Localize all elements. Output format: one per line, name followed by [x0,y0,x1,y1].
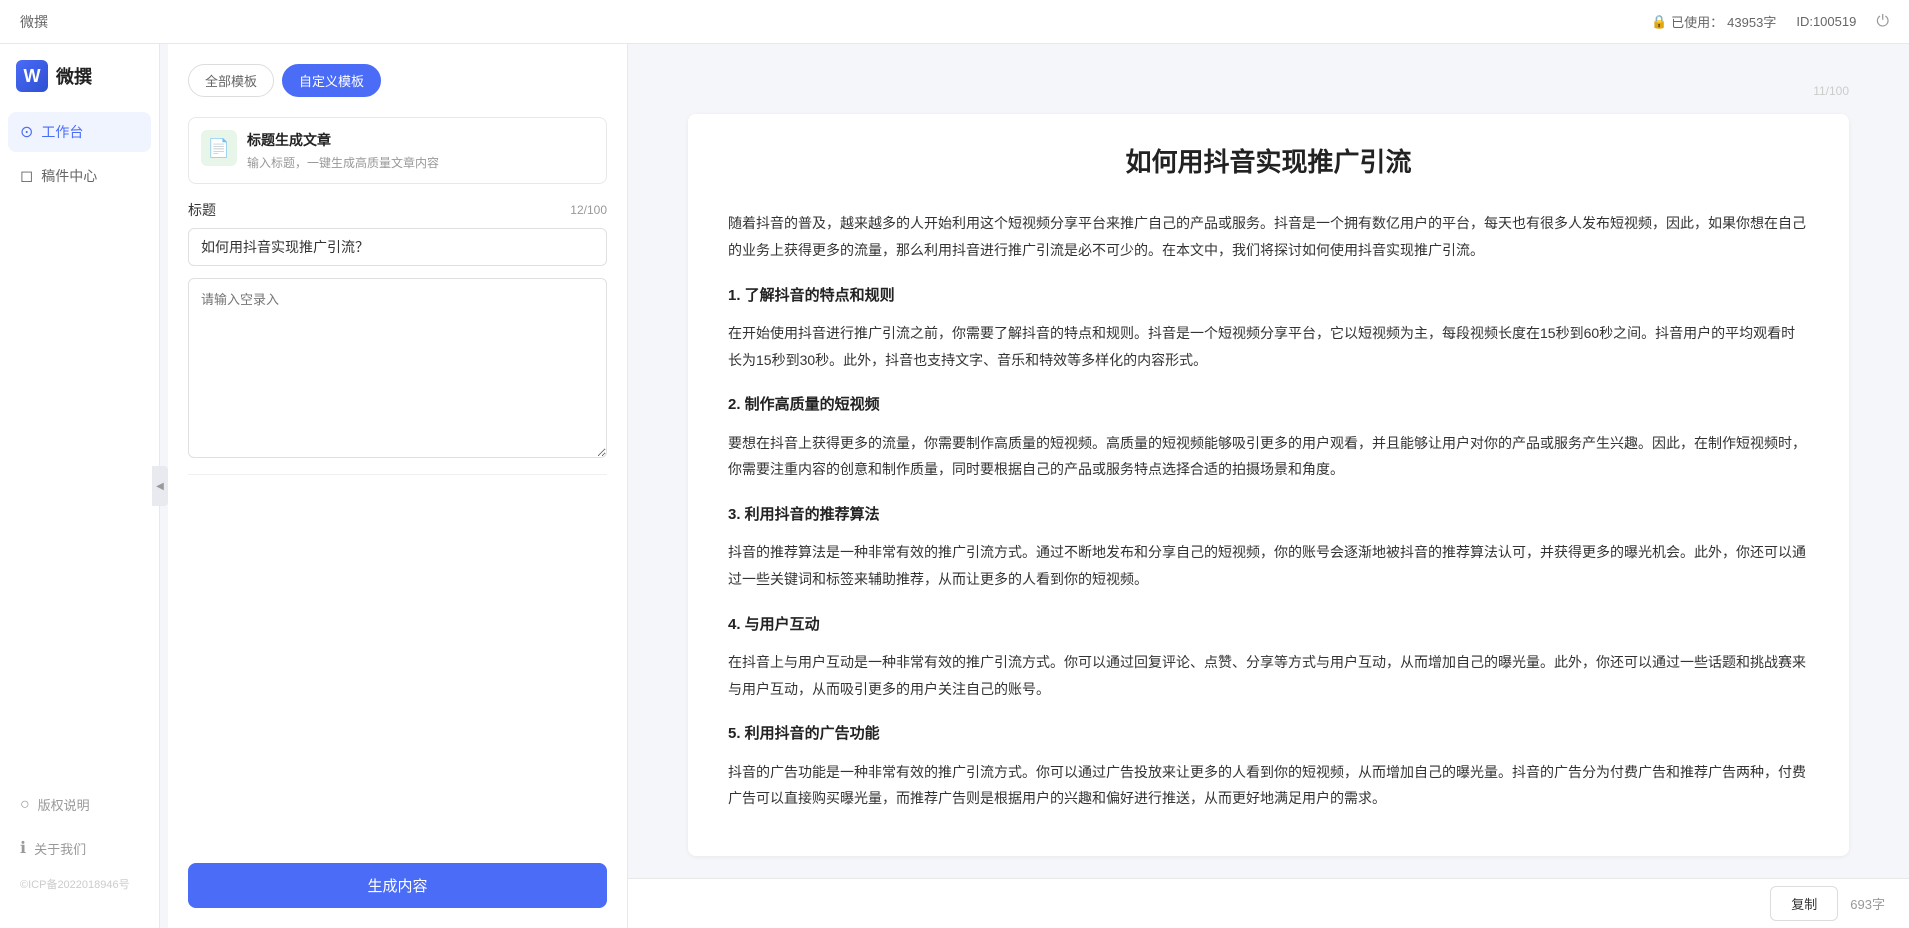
sidebar-bottom: ○ 版权说明 ℹ 关于我们 ©ICP备2022018946号 [0,785,159,912]
content-area: 全部模板 自定义模板 📄 标题生成文章 输入标题，一键生成高质量文章内容 标题 … [168,44,1909,928]
drafts-icon: ◻ [20,166,33,186]
sidebar-item-copyright[interactable]: ○ 版权说明 [8,785,151,824]
lock-icon: 🔒 [1651,14,1667,30]
template-card-info: 标题生成文章 输入标题，一键生成高质量文章内容 [247,130,439,171]
workspace-icon: ⊙ [20,122,33,142]
logo-letter: W [24,66,41,87]
article-section-2-body: 要想在抖音上获得更多的流量，你需要制作高质量的短视频。高质量的短视频能够吸引更多… [728,430,1809,483]
sidebar-logo: W 微撰 [0,60,159,112]
power-icon[interactable]: ⏻ [1876,13,1889,31]
article-section-1-title: 1. 了解抖音的特点和规则 [728,282,1809,311]
template-card-title: 标题生成文章 [247,130,439,150]
collapse-sidebar-btn[interactable]: ◀ [152,466,168,506]
logo-text: 微撰 [56,63,92,89]
left-panel: 全部模板 自定义模板 📄 标题生成文章 输入标题，一键生成高质量文章内容 标题 … [168,44,628,928]
tab-all-templates[interactable]: 全部模板 [188,64,274,97]
article-section-5-body: 抖音的广告功能是一种非常有效的推广引流方式。你可以通过广告投放来让更多的人看到你… [728,759,1809,812]
about-icon: ℹ [20,838,26,858]
sidebar-label-drafts: 稿件中心 [41,166,97,186]
right-panel: 11/100 如何用抖音实现推广引流 随着抖音的普及，越来越多的人开始利用这个短… [628,44,1909,928]
template-card-title-article[interactable]: 📄 标题生成文章 输入标题，一键生成高质量文章内容 [188,117,607,184]
article-section-4-title: 4. 与用户互动 [728,611,1809,640]
copy-button[interactable]: 复制 [1770,886,1838,921]
sidebar-item-about[interactable]: ℹ 关于我们 [8,828,151,868]
sidebar-nav: ⊙ 工作台 ◻ 稿件中心 [0,112,159,785]
sidebar-item-workspace[interactable]: ⊙ 工作台 [8,112,151,152]
title-field-label: 标题 [188,200,216,220]
article-section-3-title: 3. 利用抖音的推荐算法 [728,501,1809,530]
sidebar-label-workspace: 工作台 [41,122,83,142]
template-card-icon: 📄 [201,130,237,166]
page-indicator: 11/100 [688,84,1849,98]
id-badge: ID:100519 [1796,14,1856,29]
copyright-icon: ○ [20,796,30,814]
form-label-row: 标题 12/100 [188,200,607,220]
template-tabs: 全部模板 自定义模板 [188,64,607,97]
tab-custom-templates[interactable]: 自定义模板 [282,64,381,97]
main-layout: W 微撰 ⊙ 工作台 ◻ 稿件中心 ○ 版权说明 ℹ 关于我们 ©ICP备20 [0,44,1909,928]
content-textarea[interactable] [188,278,607,458]
icp-text: ©ICP备2022018946号 [8,872,151,896]
sidebar-item-drafts[interactable]: ◻ 稿件中心 [8,156,151,196]
topbar: 微撰 🔒 已使用： 43953字 ID:100519 ⏻ [0,0,1909,44]
form-divider [188,474,607,475]
title-input[interactable] [188,228,607,266]
article-intro: 随着抖音的普及，越来越多的人开始利用这个短视频分享平台来推广自己的产品或服务。抖… [728,210,1809,263]
sidebar-label-copyright: 版权说明 [38,795,90,814]
sidebar-label-about: 关于我们 [34,839,86,858]
article-section-4-body: 在抖音上与用户互动是一种非常有效的推广引流方式。你可以通过回复评论、点赞、分享等… [728,649,1809,702]
topbar-right: 🔒 已使用： 43953字 ID:100519 ⏻ [1651,12,1889,31]
article-section-5-title: 5. 利用抖音的广告功能 [728,720,1809,749]
word-count: 693字 [1850,894,1885,913]
sidebar: W 微撰 ⊙ 工作台 ◻ 稿件中心 ○ 版权说明 ℹ 关于我们 ©ICP备20 [0,44,160,928]
title-char-count: 12/100 [570,203,607,217]
right-footer: 复制 693字 [628,878,1909,928]
article-title: 如何用抖音实现推广引流 [728,144,1809,180]
article-body: 如何用抖音实现推广引流 随着抖音的普及，越来越多的人开始利用这个短视频分享平台来… [688,114,1849,856]
article-section-2-title: 2. 制作高质量的短视频 [728,391,1809,420]
article-content-area: 11/100 如何用抖音实现推广引流 随着抖音的普及，越来越多的人开始利用这个短… [628,44,1909,878]
usage-label: 已使用： [1671,12,1723,31]
logo-icon: W [16,60,48,92]
topbar-title: 微撰 [20,12,48,32]
usage-value: 43953字 [1727,12,1776,31]
article-section-1-body: 在开始使用抖音进行推广引流之前，你需要了解抖音的特点和规则。抖音是一个短视频分享… [728,320,1809,373]
article-section-3-body: 抖音的推荐算法是一种非常有效的推广引流方式。通过不断地发布和分享自己的短视频，你… [728,539,1809,592]
generate-button[interactable]: 生成内容 [188,863,607,908]
usage-display: 🔒 已使用： 43953字 [1651,12,1776,31]
template-card-desc: 输入标题，一键生成高质量文章内容 [247,154,439,171]
